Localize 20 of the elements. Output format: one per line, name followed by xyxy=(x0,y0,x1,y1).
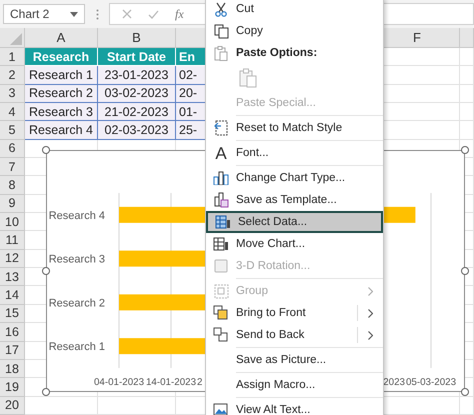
table-cell: Research 2 xyxy=(25,84,98,104)
table-cell: 02-03-2023 xyxy=(98,121,176,140)
table-cell: Research xyxy=(25,48,98,66)
table-cell: 23-01-2023 xyxy=(98,66,176,85)
tick-label: 05-03-2023 xyxy=(406,377,456,388)
table-cell: Research 3 xyxy=(25,103,98,122)
table-cell: Research 4 xyxy=(25,121,98,140)
axis-label: Research 4 xyxy=(48,210,105,222)
tick-label: 2023 xyxy=(383,377,405,388)
font-icon: A xyxy=(215,144,227,162)
axis-label: Research 1 xyxy=(48,341,105,354)
axis-label: Research 3 xyxy=(48,254,105,266)
tick-label: 04-01-2023 xyxy=(94,377,144,388)
table-cell: Research 1 xyxy=(25,66,98,85)
table-cell: 21-02-2023 xyxy=(98,103,176,122)
table-cell: 03-02-2023 xyxy=(98,84,176,104)
tick-label: 2 xyxy=(197,377,202,388)
table-cell: Start Date xyxy=(98,48,176,66)
tick-label: 14-01-2023 xyxy=(146,377,196,388)
axis-label: Research 2 xyxy=(48,297,105,310)
